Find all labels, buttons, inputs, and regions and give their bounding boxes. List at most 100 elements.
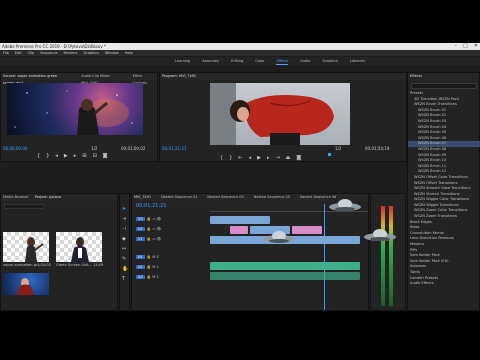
program-video-frame [210, 83, 350, 145]
selection-tool-icon[interactable]: ➤ [122, 206, 128, 212]
tab-source[interactable]: Source: vapor animation green screen.mp4 [3, 73, 75, 85]
effects-search-input[interactable] [411, 83, 477, 89]
track-select-icon[interactable]: ⇥ [122, 216, 126, 222]
camera-icon[interactable]: ◙ [103, 153, 108, 159]
audio-meter-bar-left [381, 206, 385, 306]
project-item-duration: 13;09 [93, 263, 104, 267]
workspace-learning[interactable]: Learning [175, 57, 190, 65]
project-item-name: Green Screen Suit... [56, 263, 92, 267]
ufo-overlay [263, 231, 295, 243]
timeline-timecode[interactable]: 00;01;21;21 [136, 203, 167, 209]
mark-in-icon[interactable]: { [220, 155, 223, 161]
mark-in-icon[interactable]: { [37, 153, 40, 159]
step-back-icon[interactable]: ◂ [55, 153, 58, 159]
menu-window[interactable]: Window [105, 50, 119, 56]
tools-panel: ➤ ⇥ ⊣ ◆ ↔ ✎ ✋ T [119, 193, 130, 311]
source-monitor: Source: vapor animation green screen.mp4… [0, 72, 158, 162]
timeline-tab[interactable]: Nested Sequence 05 [254, 194, 290, 201]
program-monitor: Program: MVI_7491 00;01;21;21 1/2 00;01;… [159, 72, 407, 162]
video-clip[interactable] [210, 216, 270, 224]
go-to-in-icon[interactable]: ⇤ [238, 155, 242, 161]
timeline-tab[interactable]: Nested Sequence 05 [207, 194, 243, 201]
maximize-icon[interactable]: □ [463, 43, 468, 50]
ufo-overlay [364, 229, 396, 241]
close-icon[interactable]: ✕ [474, 43, 478, 50]
project-item-thumbnail[interactable] [56, 232, 102, 262]
project-search-input[interactable] [4, 204, 44, 209]
play-icon[interactable]: ▶ [257, 155, 261, 161]
tab-program[interactable]: Program: MVI_7491 [162, 73, 196, 80]
program-duration: 00;01;54;19 [365, 146, 390, 151]
source-transport: { } ◂ ▶ ▸ ⊞ ⊟ ◙ [37, 153, 108, 159]
pen-icon[interactable]: ✎ [122, 256, 126, 262]
timeline-tab[interactable]: Nested Sequence 01 [161, 194, 197, 201]
premiere-window: Adobe Premiere Pro CC 2019 - D:\Pytovo\D… [0, 43, 480, 311]
workspace-effects[interactable]: Effects [276, 57, 289, 65]
project-item-thumbnail[interactable] [3, 273, 49, 295]
hand-icon[interactable]: ✋ [122, 266, 128, 272]
audio-clip[interactable] [210, 272, 360, 280]
menu-clip[interactable]: Clip [28, 50, 35, 56]
source-timecode[interactable]: 00;00;00;00 [3, 146, 27, 151]
source-video-frame [7, 83, 143, 135]
timeline-tab[interactable]: MVI_7491 [134, 194, 151, 201]
audio-meter [370, 193, 406, 311]
track-v1[interactable]: V1 🔒 ▭ 👁 [136, 234, 206, 244]
slip-icon[interactable]: ↔ [122, 246, 126, 252]
program-playhead[interactable] [328, 153, 331, 156]
ufo-overlay [329, 199, 361, 211]
type-icon[interactable]: T [122, 276, 125, 282]
workspace-assembly[interactable]: Assembly [202, 57, 219, 65]
effects-tree-item[interactable]: WSZN Smooth Glow Transitions [408, 186, 480, 192]
menu-edit[interactable]: Edit [15, 50, 22, 56]
track-headers: V3 🔒 ▭ 👁 V2 🔒 ▭ 👁 V1 🔒 ▭ 👁 A1 🔒 M S A2 🔒… [136, 214, 206, 282]
project-panel: Media Browser Project: pytovo vapor anim… [0, 193, 118, 311]
workspace-editing[interactable]: Editing [231, 57, 243, 65]
ripple-edit-icon[interactable]: ⊣ [122, 226, 126, 232]
program-fit[interactable]: 1/2 [335, 146, 341, 151]
effects-tree-item[interactable]: Audio Effects [408, 281, 480, 287]
source-fit[interactable]: 1/2 [91, 146, 97, 151]
insert-icon[interactable]: ⊞ [82, 153, 86, 159]
play-icon[interactable]: ▶ [64, 153, 68, 159]
tab-effect-controls[interactable]: Effect Controls [133, 73, 157, 85]
title-bar: Adobe Premiere Pro CC 2019 - D:\Pytovo\D… [0, 43, 480, 50]
lift-icon[interactable]: ⏏ [286, 155, 291, 161]
menu-sequence[interactable]: Sequence [40, 50, 57, 56]
tab-audio-clip-mixer[interactable]: Audio Clip Mixer: MVI_7491 [81, 73, 126, 85]
workspace-graphics[interactable]: Graphics [322, 57, 337, 65]
tab-media-browser[interactable]: Media Browser [3, 194, 29, 201]
minimize-icon[interactable]: – [455, 43, 458, 50]
track-v3[interactable]: V3 🔒 ▭ 👁 [136, 214, 206, 224]
audio-clip[interactable] [210, 262, 360, 270]
step-forward-icon[interactable]: ▸ [267, 155, 270, 161]
menu-markers[interactable]: Markers [64, 50, 78, 56]
video-clip[interactable] [292, 226, 322, 234]
program-transport: { } ⇤ ◂ ▶ ▸ ⇥ ⏏ ◙ [220, 155, 301, 161]
project-item-thumbnail[interactable] [3, 232, 49, 262]
track-a3[interactable]: A3 🔒 M S [136, 272, 206, 282]
step-forward-icon[interactable]: ▸ [74, 153, 77, 159]
menu-file[interactable]: File [3, 50, 9, 56]
overwrite-icon[interactable]: ⊟ [92, 153, 96, 159]
video-clip[interactable] [230, 226, 248, 234]
workspace-audio[interactable]: Audio [300, 57, 310, 65]
step-back-icon[interactable]: ◂ [249, 155, 252, 161]
razor-icon[interactable]: ◆ [122, 236, 126, 242]
menu-help[interactable]: Help [125, 50, 133, 56]
workspace-color[interactable]: Color [255, 57, 264, 65]
track-a1[interactable]: A1 🔒 M S [136, 252, 206, 262]
program-timecode[interactable]: 00;01;21;21 [162, 146, 186, 151]
workspace-libraries[interactable]: Libraries [350, 57, 365, 65]
mark-out-icon[interactable]: } [229, 155, 232, 161]
menu-graphics[interactable]: Graphics [83, 50, 98, 56]
tab-project[interactable]: Project: pytovo [35, 194, 61, 201]
mark-out-icon[interactable]: } [46, 153, 49, 159]
track-a2[interactable]: A2 🔒 M S [136, 262, 206, 272]
galaxy-scene [14, 90, 133, 135]
person-scene [210, 83, 334, 145]
track-v2[interactable]: V2 🔒 ▭ 👁 [136, 224, 206, 234]
go-to-out-icon[interactable]: ⇥ [275, 155, 279, 161]
effects-tree: Presets 3D Transition WSZN Pack WSZN Brush… [408, 91, 480, 287]
camera-icon[interactable]: ◙ [296, 155, 301, 161]
